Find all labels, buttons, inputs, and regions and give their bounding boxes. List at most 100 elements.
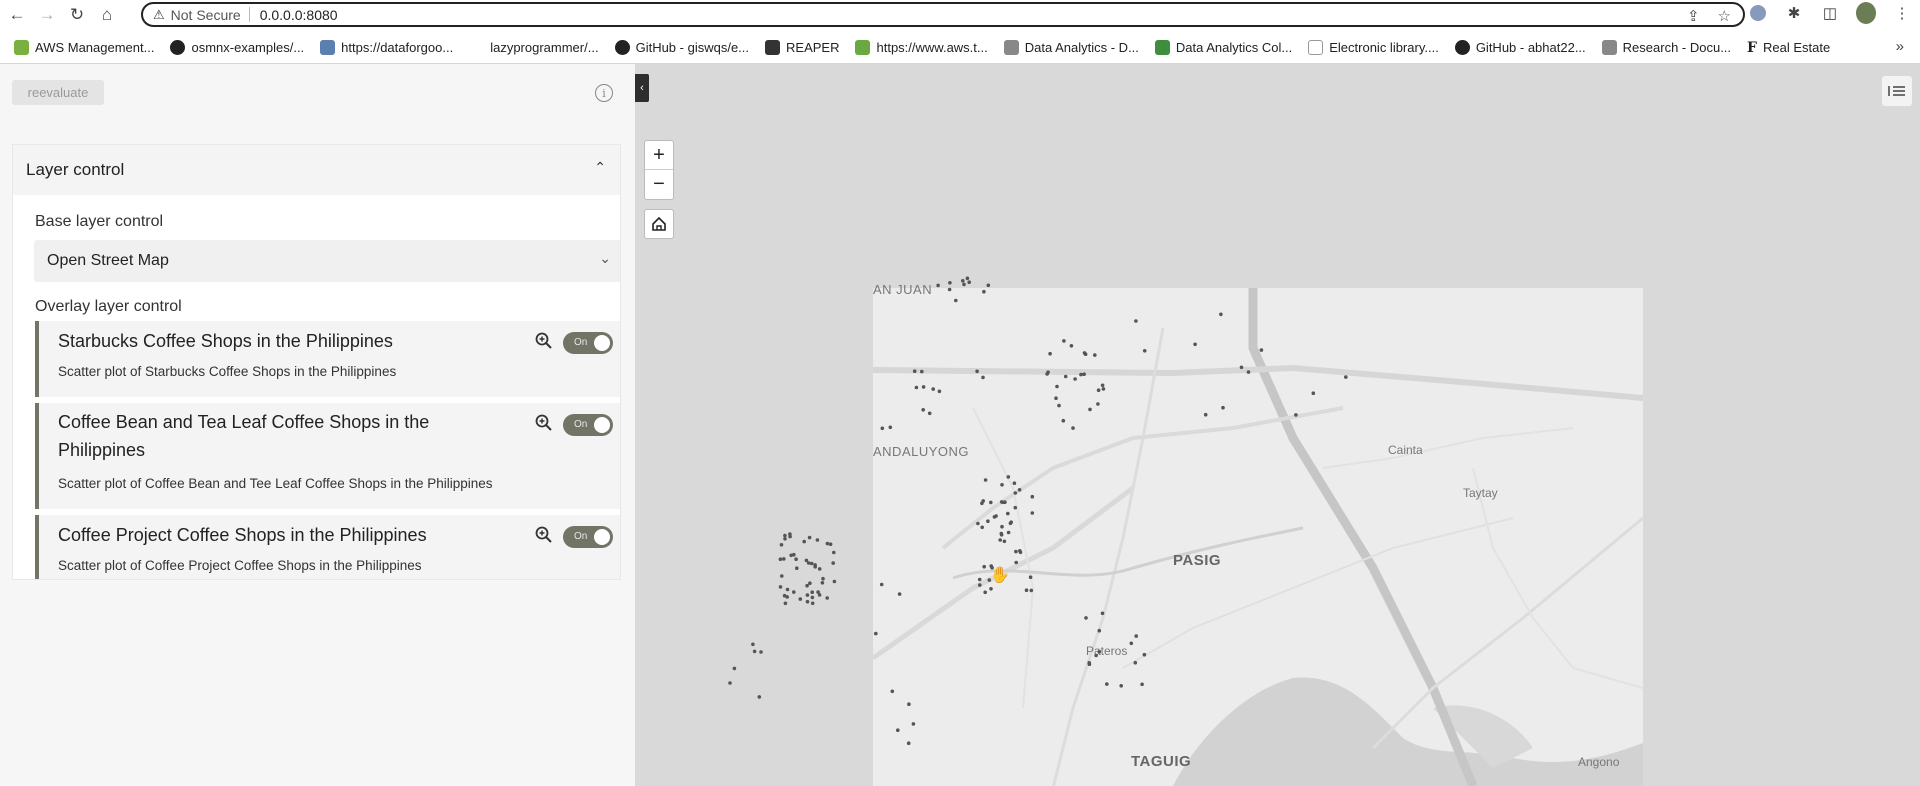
map-point[interactable] (1048, 351, 1052, 356)
chevron-up-icon[interactable]: ⌃ (594, 159, 606, 176)
map-point[interactable] (831, 561, 835, 565)
map-point[interactable] (785, 587, 790, 592)
map-point[interactable] (1142, 652, 1147, 657)
puzzle-icon[interactable]: ✱ (1784, 3, 1804, 23)
map-point[interactable] (982, 564, 986, 569)
map-point[interactable] (1344, 375, 1348, 379)
map-point[interactable] (808, 581, 812, 585)
map-canvas[interactable]: ‹ + − AN JUAN ANDALUYONG Cainta Taytay P… (635, 64, 1920, 786)
map-point[interactable] (809, 561, 814, 566)
map-point[interactable] (1009, 520, 1013, 524)
map-point[interactable] (1079, 372, 1083, 377)
map-point[interactable] (1000, 524, 1004, 529)
map-point[interactable] (921, 385, 926, 389)
map-point[interactable] (825, 596, 829, 600)
map-point[interactable] (1311, 391, 1316, 396)
map-point[interactable] (1294, 413, 1298, 417)
map-point[interactable] (874, 631, 878, 636)
map-point[interactable] (1097, 649, 1102, 654)
map-point[interactable] (983, 478, 988, 482)
zoom-to-layer-icon[interactable] (534, 331, 554, 351)
map-point[interactable] (948, 281, 952, 285)
map-point[interactable] (1088, 407, 1092, 412)
bookmark-item[interactable]: Data Analytics Col... (1154, 39, 1292, 55)
map-point[interactable] (1073, 377, 1077, 381)
map-point[interactable] (906, 741, 911, 745)
map-point[interactable] (828, 542, 833, 546)
layer-toggle[interactable]: On (563, 526, 613, 548)
bookmark-item[interactable]: REAPER (765, 39, 839, 55)
map-point[interactable] (1002, 539, 1007, 544)
map-point[interactable] (813, 565, 817, 569)
map-point[interactable] (759, 650, 763, 654)
info-icon[interactable]: i (595, 84, 613, 102)
extension-icon[interactable] (1748, 3, 1768, 23)
map-point[interactable] (751, 642, 755, 647)
map-point[interactable] (1219, 312, 1223, 317)
map-point[interactable] (1129, 641, 1134, 646)
map-point[interactable] (783, 537, 787, 541)
map-point[interactable] (1105, 682, 1109, 686)
map-point[interactable] (1221, 405, 1225, 410)
map-point[interactable] (967, 280, 971, 284)
map-point[interactable] (1061, 418, 1066, 423)
map-point[interactable] (1014, 560, 1018, 565)
map-point[interactable] (783, 601, 788, 606)
map-point[interactable] (1084, 616, 1088, 620)
bookmark-item[interactable]: https://dataforgoo... (320, 39, 453, 55)
bookmark-star-icon[interactable]: ☆ (1718, 7, 1731, 25)
map-point[interactable] (1024, 588, 1029, 592)
map-point[interactable] (728, 681, 732, 685)
map-point[interactable] (1134, 319, 1138, 323)
map-point[interactable] (1057, 403, 1061, 408)
map-point[interactable] (1082, 372, 1086, 377)
map-point[interactable] (1006, 530, 1011, 535)
map-point[interactable] (992, 515, 997, 519)
map-point[interactable] (778, 557, 783, 561)
map-point[interactable] (961, 279, 965, 283)
map-point[interactable] (981, 499, 985, 503)
map-point[interactable] (752, 649, 757, 654)
map-point[interactable] (912, 369, 917, 374)
bookmark-item[interactable]: GitHub - abhat22... (1454, 39, 1586, 55)
map-point[interactable] (1203, 412, 1208, 417)
map-point[interactable] (896, 728, 900, 732)
map-point[interactable] (1012, 481, 1017, 486)
map-point[interactable] (1001, 500, 1005, 505)
map-point[interactable] (1013, 491, 1018, 495)
bookmark-item[interactable]: Research - Docu... (1601, 39, 1731, 55)
sidepanel-icon[interactable]: ◫ (1820, 3, 1840, 23)
reevaluate-button[interactable]: reevaluate (12, 80, 104, 105)
map-point[interactable] (978, 583, 982, 587)
map-point[interactable] (1193, 342, 1197, 347)
bookmark-item[interactable]: lazyprogrammer/... (469, 40, 598, 55)
map-point[interactable] (977, 577, 982, 582)
map-point[interactable] (1134, 634, 1138, 638)
map-point[interactable] (1259, 348, 1264, 352)
map-point[interactable] (888, 425, 893, 430)
map-point[interactable] (998, 538, 1002, 542)
map-point[interactable] (798, 597, 803, 601)
map-point[interactable] (810, 595, 815, 600)
map-point[interactable] (832, 579, 837, 584)
map-point[interactable] (785, 595, 789, 599)
map-point[interactable] (789, 553, 793, 558)
map-point[interactable] (962, 282, 966, 287)
map-point[interactable] (983, 590, 987, 595)
share-icon[interactable]: ⇪ (1687, 7, 1700, 25)
map-point[interactable] (890, 689, 895, 694)
map-point[interactable] (1014, 549, 1018, 554)
bookmark-item[interactable]: GitHub - giswqs/e... (614, 39, 749, 55)
map-point[interactable] (1062, 339, 1066, 343)
map-point[interactable] (986, 283, 991, 288)
map-point[interactable] (989, 500, 993, 505)
map-point[interactable] (810, 601, 815, 606)
bookmark-item[interactable]: F Real Estate (1747, 40, 1830, 56)
layer-control-header[interactable]: Layer control ⌃ (13, 145, 620, 195)
map-point[interactable] (914, 385, 919, 390)
map-point[interactable] (794, 557, 798, 561)
map-point[interactable] (1094, 653, 1098, 658)
map-point[interactable] (975, 369, 979, 374)
map-point[interactable] (931, 387, 935, 391)
map-point[interactable] (989, 587, 993, 591)
